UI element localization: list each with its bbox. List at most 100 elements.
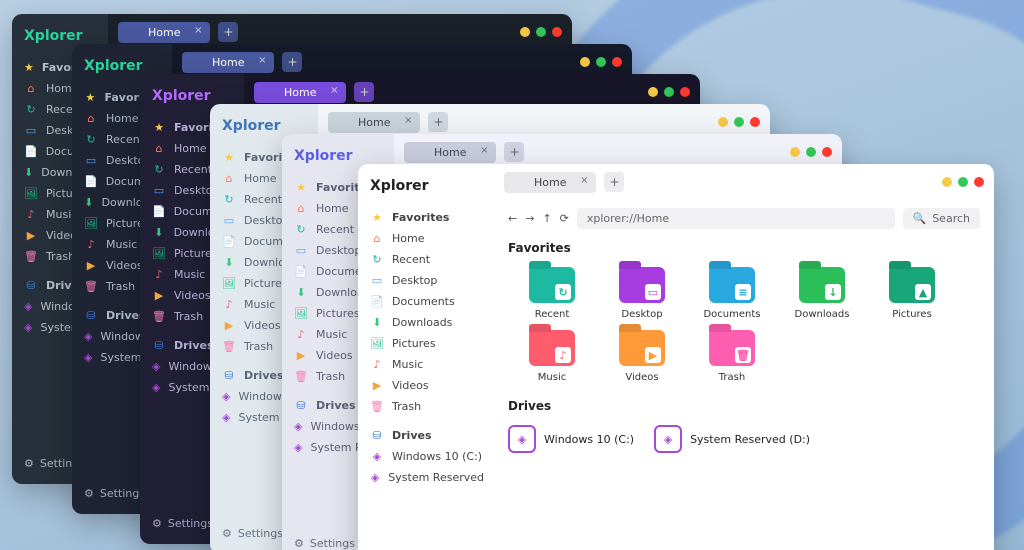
sidebar-home[interactable]: ⌂ Home (368, 229, 486, 248)
favorites-grid: ↻ Recent ▭Desktop ≡ Documents ↓ Downloads ▲… (508, 267, 980, 383)
tile-label: Pictures (892, 309, 932, 320)
window-controls (520, 27, 562, 37)
tile-label: Music (538, 372, 566, 383)
tile-videos[interactable]: ▶ Videos (598, 330, 686, 383)
tile-label: Desktop (621, 309, 662, 320)
tile-music[interactable]: ♪ Music (508, 330, 596, 383)
downloads-icon: ⬇ (370, 316, 384, 329)
sidebar-drives[interactable]: ⛁ Drives (368, 426, 486, 445)
sidebar-item-label: Drives (392, 429, 432, 442)
close-button[interactable] (974, 177, 984, 187)
close-button[interactable] (552, 27, 562, 37)
folder-icon: 🗑 (709, 330, 755, 366)
desktop-icon: ▭ (370, 274, 384, 287)
folder-icon: ↻ (529, 267, 575, 303)
sidebar-item-label: Recent (392, 253, 430, 266)
favorites-heading: Favorites (508, 241, 980, 255)
documents-icon: 📄 (370, 295, 384, 308)
gear-icon: ⚙ (24, 457, 34, 470)
nav-up-button[interactable]: ↑ (542, 212, 551, 225)
tile-label: Trash (719, 372, 745, 383)
sidebar-item-label: Windows 10 (C:) (392, 450, 482, 463)
sidebar: Xplorer ★ Favorites ⌂ Home ↻ Recent ▭ Deskto… (358, 164, 494, 550)
tab-close-icon[interactable]: × (194, 25, 202, 36)
tab-label: Home (534, 176, 566, 189)
folder-icon: ↓ (799, 267, 845, 303)
sidebar-trash[interactable]: 🗑 Trash (368, 397, 486, 416)
tab-close-icon[interactable]: × (580, 175, 588, 186)
sidebar-videos[interactable]: ▶ Videos (368, 376, 486, 395)
tile-downloads[interactable]: ↓ Downloads (778, 267, 866, 320)
drive-d[interactable]: ◈ System Reserved (D:) (654, 425, 810, 453)
sidebar-item-label: Trash (392, 400, 421, 413)
star-icon: ★ (370, 211, 384, 224)
sidebar-item-label: System Reserved (388, 471, 484, 484)
drive-label: System Reserved (D:) (690, 433, 810, 446)
maximize-button[interactable] (536, 27, 546, 37)
sidebar-pictures[interactable]: 🖼 Pictures (368, 334, 486, 353)
sidebar-item-label: Home (392, 232, 424, 245)
drives-row: ◈ Windows 10 (C:) ◈ System Reserved (D:) (508, 425, 980, 453)
minimize-button[interactable] (520, 27, 530, 37)
sidebar-item-label: Favorites (392, 211, 449, 224)
sidebar-item-label: Desktop (392, 274, 437, 287)
drive-label: Windows 10 (C:) (544, 433, 634, 446)
tile-label: Recent (535, 309, 570, 320)
tab-home[interactable]: Home× (118, 22, 210, 43)
drives-icon: ⛁ (370, 429, 384, 442)
drive-icon: ◈ (654, 425, 682, 453)
drive-c[interactable]: ◈ Windows 10 (C:) (508, 425, 634, 453)
sidebar-favorites[interactable]: ★ Favorites (368, 208, 486, 227)
sidebar-downloads[interactable]: ⬇ Downloads (368, 313, 486, 332)
tile-label: Documents (703, 309, 760, 320)
titlebar: Home × + (494, 164, 994, 200)
tile-trash[interactable]: 🗑 Trash (688, 330, 776, 383)
tile-desktop[interactable]: ▭Desktop (598, 267, 686, 320)
maximize-button[interactable] (958, 177, 968, 187)
folder-icon: ≡ (709, 267, 755, 303)
sidebar-documents[interactable]: 📄Documents (368, 292, 486, 311)
music-icon: ♪ (370, 358, 384, 371)
drive-icon: ◈ (508, 425, 536, 453)
folder-icon: ▲ (889, 267, 935, 303)
sidebar-item-label: Pictures (392, 337, 436, 350)
new-tab-button[interactable]: + (218, 22, 238, 42)
search-box[interactable]: 🔍 Search (903, 208, 981, 229)
folder-icon: ▶ (619, 330, 665, 366)
tile-label: Downloads (795, 309, 850, 320)
search-label: Search (932, 212, 970, 225)
sidebar-item-label: Videos (392, 379, 429, 392)
folder-icon: ♪ (529, 330, 575, 366)
pictures-icon: 🖼 (370, 337, 384, 350)
nav-back-button[interactable]: ← (508, 212, 517, 225)
sidebar-drive-c[interactable]: ◈ Windows 10 (C:) (368, 447, 486, 466)
sidebar-recent[interactable]: ↻ Recent (368, 250, 486, 269)
sidebar-item-label: Music (392, 358, 423, 371)
tile-recent[interactable]: ↻ Recent (508, 267, 596, 320)
window-controls (942, 177, 984, 187)
new-tab-button[interactable]: + (604, 172, 624, 192)
app-brand: Xplorer (368, 174, 486, 206)
home-icon: ⌂ (370, 232, 384, 245)
videos-icon: ▶ (370, 379, 384, 392)
sidebar-desktop[interactable]: ▭ Desktop (368, 271, 486, 290)
nav-forward-button[interactable]: → (525, 212, 534, 225)
drives-heading: Drives (508, 399, 980, 413)
minimize-button[interactable] (942, 177, 952, 187)
nav-reload-button[interactable]: ⟳ (560, 212, 569, 225)
drive-icon: ◈ (370, 471, 380, 484)
sidebar-music[interactable]: ♪ Music (368, 355, 486, 374)
tile-label: Videos (625, 372, 658, 383)
tile-documents[interactable]: ≡ Documents (688, 267, 776, 320)
sidebar-drive-d[interactable]: ◈ System Reserved (368, 468, 486, 487)
nav-row: ← → ↑ ⟳ xplorer://Home 🔍 Search (508, 208, 980, 229)
trash-icon: 🗑 (370, 400, 384, 413)
tile-pictures[interactable]: ▲ Pictures (868, 267, 956, 320)
search-icon: 🔍 (913, 212, 927, 225)
recent-icon: ↻ (370, 253, 384, 266)
tab-home[interactable]: Home × (504, 172, 596, 193)
sidebar-item-label: Downloads (392, 316, 452, 329)
window-foreground: Xplorer ★Favorites ⌂Home ↻Recent ▭Deskto… (358, 164, 994, 550)
drive-icon: ◈ (370, 450, 384, 463)
address-bar[interactable]: xplorer://Home (577, 208, 895, 229)
